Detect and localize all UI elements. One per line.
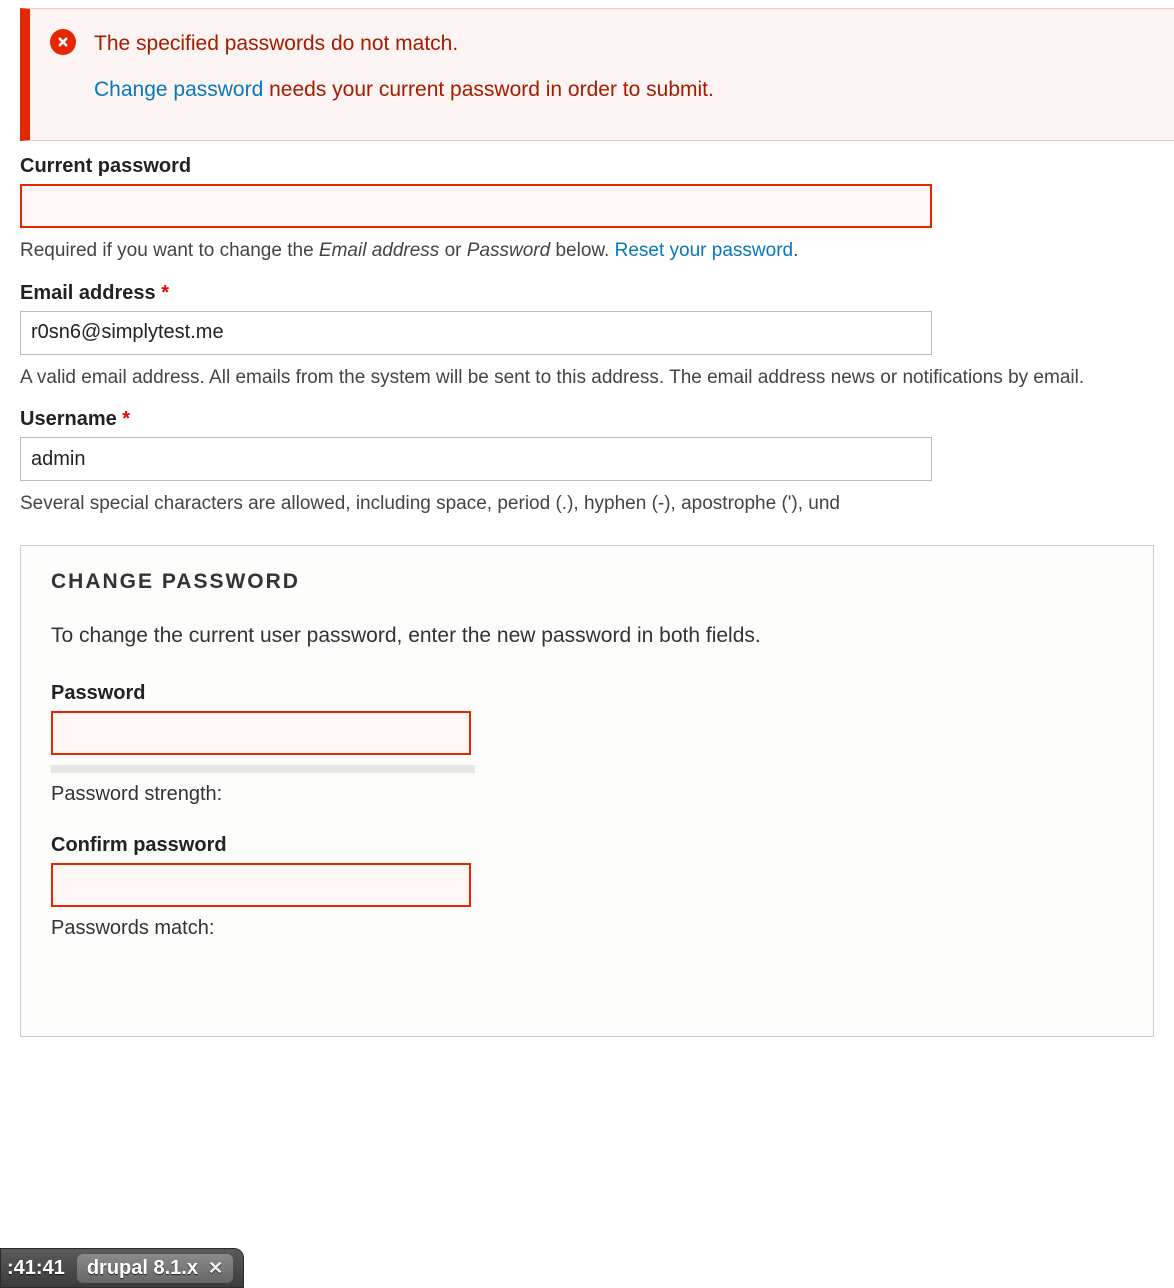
error-message-box: The specified passwords do not match. Ch… (20, 8, 1174, 141)
error-icon (50, 29, 76, 55)
username-label: Username * (20, 408, 1154, 431)
reset-password-link[interactable]: Reset your password (615, 240, 793, 261)
current-password-field-group: Current password Required if you want to… (20, 155, 1154, 265)
email-field-group: Email address * A valid email address. A… (20, 282, 1154, 392)
current-password-description: Required if you want to change the Email… (20, 236, 1154, 265)
email-input[interactable] (20, 311, 932, 355)
email-label: Email address * (20, 282, 1154, 305)
password-input[interactable] (51, 711, 471, 755)
password-strength-label: Password strength: (51, 783, 1123, 806)
username-field-group: Username * Several special characters ar… (20, 408, 1154, 518)
confirm-password-input[interactable] (51, 863, 471, 907)
error-message-1: The specified passwords do not match. (94, 27, 714, 61)
password-strength-bar (51, 765, 475, 773)
current-password-input[interactable] (20, 184, 932, 228)
password-label: Password (51, 682, 1123, 705)
password-field-group: Password Password strength: (51, 682, 1123, 806)
change-password-description: To change the current user password, ent… (51, 624, 1123, 648)
confirm-password-field-group: Confirm password Passwords match: (51, 834, 1123, 940)
email-description: A valid email address. All emails from t… (20, 363, 1154, 392)
close-icon[interactable]: ✕ (208, 1258, 223, 1279)
change-password-link[interactable]: Change password (94, 78, 263, 101)
error-message-2: Change password needs your current passw… (94, 73, 714, 107)
username-input[interactable] (20, 437, 932, 481)
taskbar-tab[interactable]: drupal 8.1.x ✕ (77, 1254, 233, 1283)
change-password-fieldset: CHANGE PASSWORD To change the current us… (20, 545, 1154, 1037)
change-password-title: CHANGE PASSWORD (51, 570, 1123, 594)
taskbar: :41:41 drupal 8.1.x ✕ (0, 1248, 244, 1288)
confirm-password-label: Confirm password (51, 834, 1123, 857)
username-description: Several special characters are allowed, … (20, 489, 1154, 518)
taskbar-tab-label: drupal 8.1.x (87, 1257, 198, 1280)
taskbar-time: :41:41 (7, 1257, 65, 1280)
current-password-label: Current password (20, 155, 1154, 178)
passwords-match-label: Passwords match: (51, 917, 1123, 940)
